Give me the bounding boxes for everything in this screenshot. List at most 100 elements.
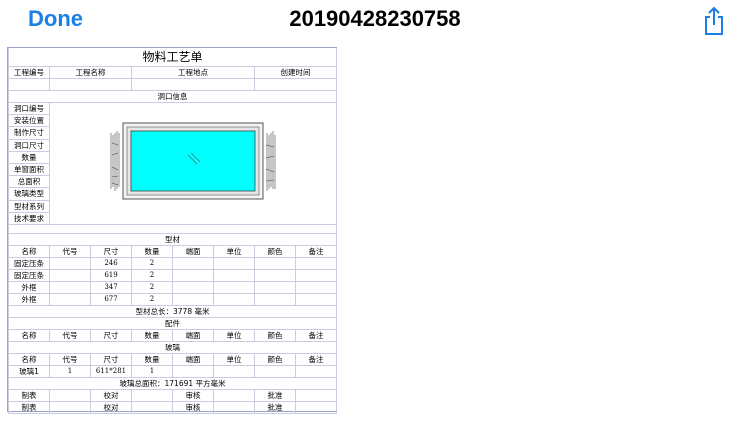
value-approved	[294, 401, 338, 414]
window-diagram	[110, 122, 276, 200]
column-header: 备注	[294, 329, 338, 342]
column-header: 名称	[8, 353, 50, 366]
header-created-time: 创建时间	[253, 66, 338, 79]
value-project-location	[131, 78, 255, 91]
header-project-name: 工程名称	[49, 66, 132, 79]
value-project-no	[8, 78, 50, 91]
value-created-time	[253, 78, 338, 91]
window-drawing	[48, 102, 338, 225]
column-header: 备注	[294, 353, 338, 366]
navigation-bar: Done 20190428230758	[0, 0, 750, 42]
header-project-location: 工程地点	[131, 66, 255, 79]
cell-size: 611*281	[90, 365, 132, 378]
table-row: 固定压条 619 2	[8, 269, 338, 282]
cell-unit	[213, 365, 255, 378]
cell-size: 347	[90, 281, 132, 294]
column-header: 尺寸	[90, 245, 132, 258]
field-unit-area: 单窗面积	[8, 162, 50, 177]
column-header: 单位	[213, 353, 255, 366]
cell-color	[254, 365, 296, 378]
table-row: 玻璃1 1 611*281 1	[8, 365, 338, 378]
profile-total: 型材总长：3778 毫米	[7, 305, 338, 318]
cell-name: 固定压条	[8, 257, 50, 270]
cell-code	[49, 257, 91, 270]
spacer-row	[7, 224, 338, 234]
cell-unit	[213, 269, 255, 282]
cell-name: 玻璃1	[8, 365, 50, 378]
cell-qty: 2	[131, 281, 173, 294]
label-checked: 校对	[90, 401, 132, 414]
cell-end	[172, 269, 214, 282]
cell-end	[172, 257, 214, 270]
section-glass: 玻璃	[7, 341, 338, 354]
cell-unit	[213, 257, 255, 270]
value-checked	[131, 401, 173, 414]
sheet-title: 物料工艺单	[7, 48, 338, 67]
cell-name: 外框	[8, 281, 50, 294]
cell-size: 619	[90, 269, 132, 282]
column-header: 端面	[172, 245, 214, 258]
column-header: 名称	[8, 245, 50, 258]
column-header: 名称	[8, 329, 50, 342]
column-header: 数量	[131, 353, 173, 366]
cell-note	[294, 293, 338, 306]
cell-name: 固定压条	[8, 269, 50, 282]
field-profile-series: 型材系列	[8, 199, 50, 213]
signature-row: 制表 校对 审核 批准	[8, 389, 338, 402]
label-approved: 批准	[254, 401, 296, 414]
section-profile: 型材	[7, 233, 338, 246]
cell-note	[294, 281, 338, 294]
column-header: 代号	[49, 353, 91, 366]
glass-total: 玻璃总面积：171691 平方毫米	[7, 377, 338, 390]
field-opening-size: 洞口尺寸	[8, 138, 50, 152]
label-prepared: 制表	[8, 389, 50, 402]
cell-note	[294, 269, 338, 282]
page-title: 20190428230758	[289, 6, 461, 31]
column-header: 尺寸	[90, 329, 132, 342]
cell-code: 1	[49, 365, 91, 378]
column-header: 代号	[49, 329, 91, 342]
column-header: 颜色	[254, 353, 296, 366]
cell-size: 246	[90, 257, 132, 270]
column-header: 单位	[213, 245, 255, 258]
value-reviewed	[213, 401, 255, 414]
column-header: 端面	[172, 329, 214, 342]
cell-color	[254, 293, 296, 306]
column-header: 颜色	[254, 245, 296, 258]
cell-color	[254, 269, 296, 282]
cell-name: 外框	[8, 293, 50, 306]
field-install-position: 安装位置	[8, 114, 50, 128]
cell-unit	[213, 293, 255, 306]
value-prepared	[49, 389, 91, 402]
share-icon[interactable]	[702, 6, 726, 36]
section-opening-info: 洞口信息	[7, 90, 338, 103]
signature-row: 制表 校对 审核 批准	[8, 401, 338, 414]
cell-note	[294, 257, 338, 270]
value-reviewed	[213, 389, 255, 402]
label-approved: 批准	[254, 389, 296, 402]
cell-qty: 1	[131, 365, 173, 378]
field-tech-requirements: 技术要求	[8, 211, 50, 226]
material-process-sheet: 物料工艺单 工程编号 工程名称 工程地点 创建时间 洞口信息 洞口编号 安装位置…	[7, 47, 338, 414]
label-prepared: 制表	[8, 401, 50, 414]
column-header: 尺寸	[90, 353, 132, 366]
value-approved	[294, 389, 338, 402]
cell-end	[172, 293, 214, 306]
column-header: 备注	[294, 245, 338, 258]
value-project-name	[49, 78, 132, 91]
cell-qty: 2	[131, 269, 173, 282]
cell-unit	[213, 281, 255, 294]
column-header: 数量	[131, 329, 173, 342]
value-prepared	[49, 401, 91, 414]
glass-header-row: 名称 代号 尺寸 数量 端面 单位 颜色 备注	[8, 353, 338, 366]
field-production-size: 制作尺寸	[8, 126, 50, 140]
cell-code	[49, 269, 91, 282]
cell-end	[172, 365, 214, 378]
cell-end	[172, 281, 214, 294]
table-row: 外框 347 2	[8, 281, 338, 294]
cell-code	[49, 281, 91, 294]
column-header: 数量	[131, 245, 173, 258]
label-reviewed: 审核	[172, 389, 214, 402]
label-reviewed: 审核	[172, 401, 214, 414]
cell-qty: 2	[131, 257, 173, 270]
